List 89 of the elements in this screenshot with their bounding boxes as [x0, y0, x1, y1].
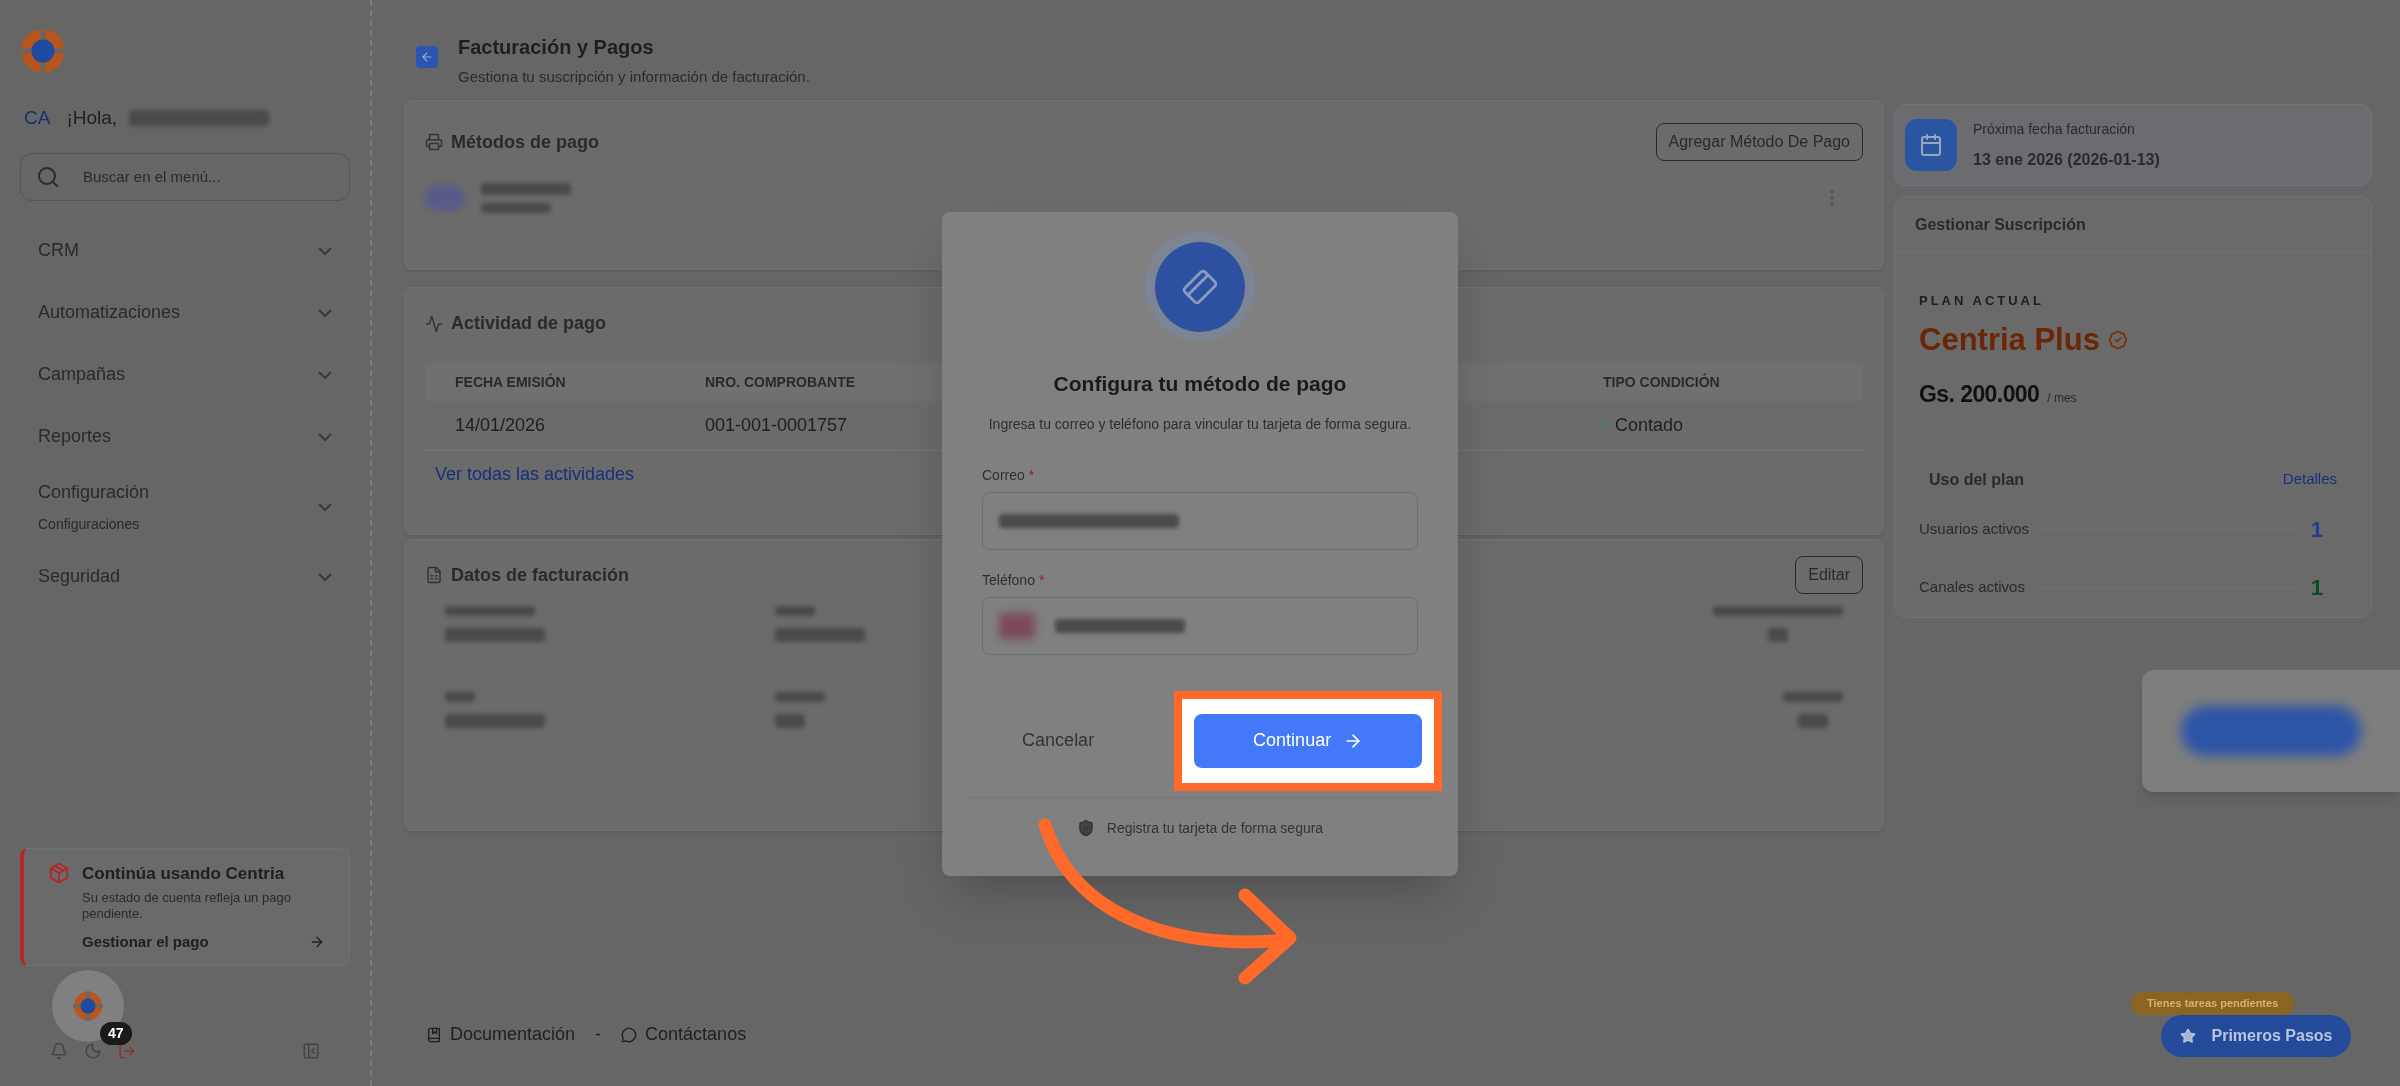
column-header: FECHA EMISIÓN — [454, 372, 567, 392]
activity-icon — [425, 314, 443, 333]
secure-note: Registra tu tarjeta de forma segura — [1106, 818, 1324, 838]
continue-button[interactable]: Continuar — [1194, 713, 1423, 768]
separator: - — [595, 1023, 602, 1046]
logout-icon[interactable] — [118, 1042, 136, 1060]
manage-payment-link[interactable]: Gestionar el pago — [48, 930, 325, 953]
cancel-button[interactable]: Cancelar — [958, 727, 1159, 754]
blurred-text — [775, 606, 815, 616]
plan-label: PLAN ACTUAL — [1919, 292, 2045, 310]
modal-title: Configura tu método de pago — [1053, 371, 1347, 397]
blurred-text — [1783, 692, 1843, 702]
bell-icon[interactable] — [50, 1042, 68, 1060]
column-header: TIPO CONDICIÓN — [1603, 372, 1721, 392]
calendar-icon — [1919, 133, 1943, 157]
details-link[interactable]: Detalles — [2282, 468, 2337, 491]
contact-link[interactable]: Contáctanos — [645, 1021, 747, 1048]
field-label: Correo — [982, 465, 1025, 485]
next-billing-label: Próxima fecha facturación — [1973, 119, 2136, 139]
menu-item[interactable]: Campañas — [38, 354, 332, 395]
alert-title: Continúa usando Centria — [82, 862, 285, 885]
plan-name: Centria Plus — [1919, 320, 2100, 359]
blurred-text — [775, 692, 825, 702]
chevron-icon — [318, 370, 332, 379]
search-icon — [36, 164, 60, 189]
first-steps-button[interactable]: Primeros Pasos — [2161, 1015, 2351, 1057]
menu-item[interactable]: Configuración Configuraciones — [38, 478, 332, 535]
notification-count: 47 — [100, 1022, 132, 1045]
table-cell-text: 14/01/2026 — [454, 414, 547, 437]
add-payment-method-button[interactable]: Agregar Método De Pago — [1655, 123, 1863, 161]
chat-icon — [621, 1026, 638, 1043]
blurred-flag — [999, 612, 1035, 639]
usage-title: Uso del plan — [1929, 469, 2025, 490]
verified-icon — [2107, 329, 2128, 350]
email-field[interactable] — [982, 491, 1418, 550]
column-header: NRO. COMPROBANTE — [704, 372, 857, 392]
next-billing-date: 13 ene 2026 (2026-01-13) — [1973, 149, 2160, 170]
table-cell-text: 001-001-0001757 — [704, 414, 849, 437]
menu-item[interactable]: Seguridad — [38, 556, 332, 597]
logo-icon — [73, 991, 103, 1021]
phone-field[interactable] — [982, 596, 1418, 655]
chevron-icon — [318, 502, 332, 511]
field-label: Teléfono — [982, 570, 1035, 590]
collapse-icon[interactable] — [302, 1042, 320, 1060]
back-button[interactable] — [416, 46, 438, 68]
alert-message: Su estado de cuenta refleja un pago pendiente. — [81, 890, 292, 923]
card-title: Actividad de pago — [451, 312, 607, 335]
book-icon — [426, 1026, 442, 1043]
chevron-icon — [318, 246, 332, 255]
menu-item[interactable]: CRM — [38, 230, 332, 271]
blurred-card-logo — [425, 185, 465, 211]
search-field[interactable]: Buscar en el menú... — [20, 152, 350, 201]
blurred-text — [775, 714, 805, 728]
usage-label: Canales activos — [1919, 577, 2025, 598]
document-icon — [425, 566, 443, 584]
blurred-text — [445, 692, 475, 702]
docs-link[interactable]: Documentación — [450, 1021, 576, 1048]
modal-subtitle: Ingresa tu correo y teléfono para vincular tu tarjeta de forma segura. — [988, 414, 1412, 434]
logo-icon — [20, 28, 66, 74]
chevron-icon — [318, 572, 332, 581]
card-title: Datos de facturación — [451, 563, 630, 587]
page-title: Facturación y Pagos — [458, 35, 655, 60]
plan-price: Gs. 200.000 — [1919, 380, 2040, 409]
menu-item[interactable]: Reportes — [38, 416, 332, 457]
required-mark: * — [1038, 570, 1045, 590]
blurred-text — [1798, 714, 1828, 728]
all-activities-link[interactable]: Ver todas las actividades — [435, 461, 635, 488]
usage-value: 1 — [2310, 574, 2323, 602]
moon-icon[interactable] — [84, 1042, 102, 1060]
pending-tasks-badge: Tienes tareas pendientes — [2131, 992, 2295, 1015]
card-title: Gestionar Suscripción — [1915, 214, 2086, 235]
required-mark: * — [1028, 465, 1035, 485]
usage-value: 1 — [2310, 516, 2323, 544]
card-title: Métodos de pago — [451, 130, 599, 154]
star-icon — [2179, 1028, 2196, 1044]
box-alert-icon — [48, 862, 70, 885]
page-subtitle: Gestiona tu suscripción y información de facturación. — [458, 67, 810, 87]
blurred-text — [1768, 628, 1788, 642]
shield-icon — [1076, 819, 1095, 837]
plan-period: / mes — [2047, 390, 2077, 407]
chevron-icon — [318, 432, 332, 441]
usage-label: Usuarios activos — [1919, 519, 2030, 540]
blurred-text — [481, 203, 551, 213]
chevron-icon — [318, 308, 332, 317]
avatar-initials: CA — [23, 106, 52, 130]
greeting: ¡Hola, — [66, 106, 118, 130]
edit-button[interactable]: Editar — [1795, 556, 1863, 594]
table-cell-text: Contado — [1615, 414, 1684, 437]
menu-item[interactable]: Automatizaciones — [38, 292, 332, 333]
